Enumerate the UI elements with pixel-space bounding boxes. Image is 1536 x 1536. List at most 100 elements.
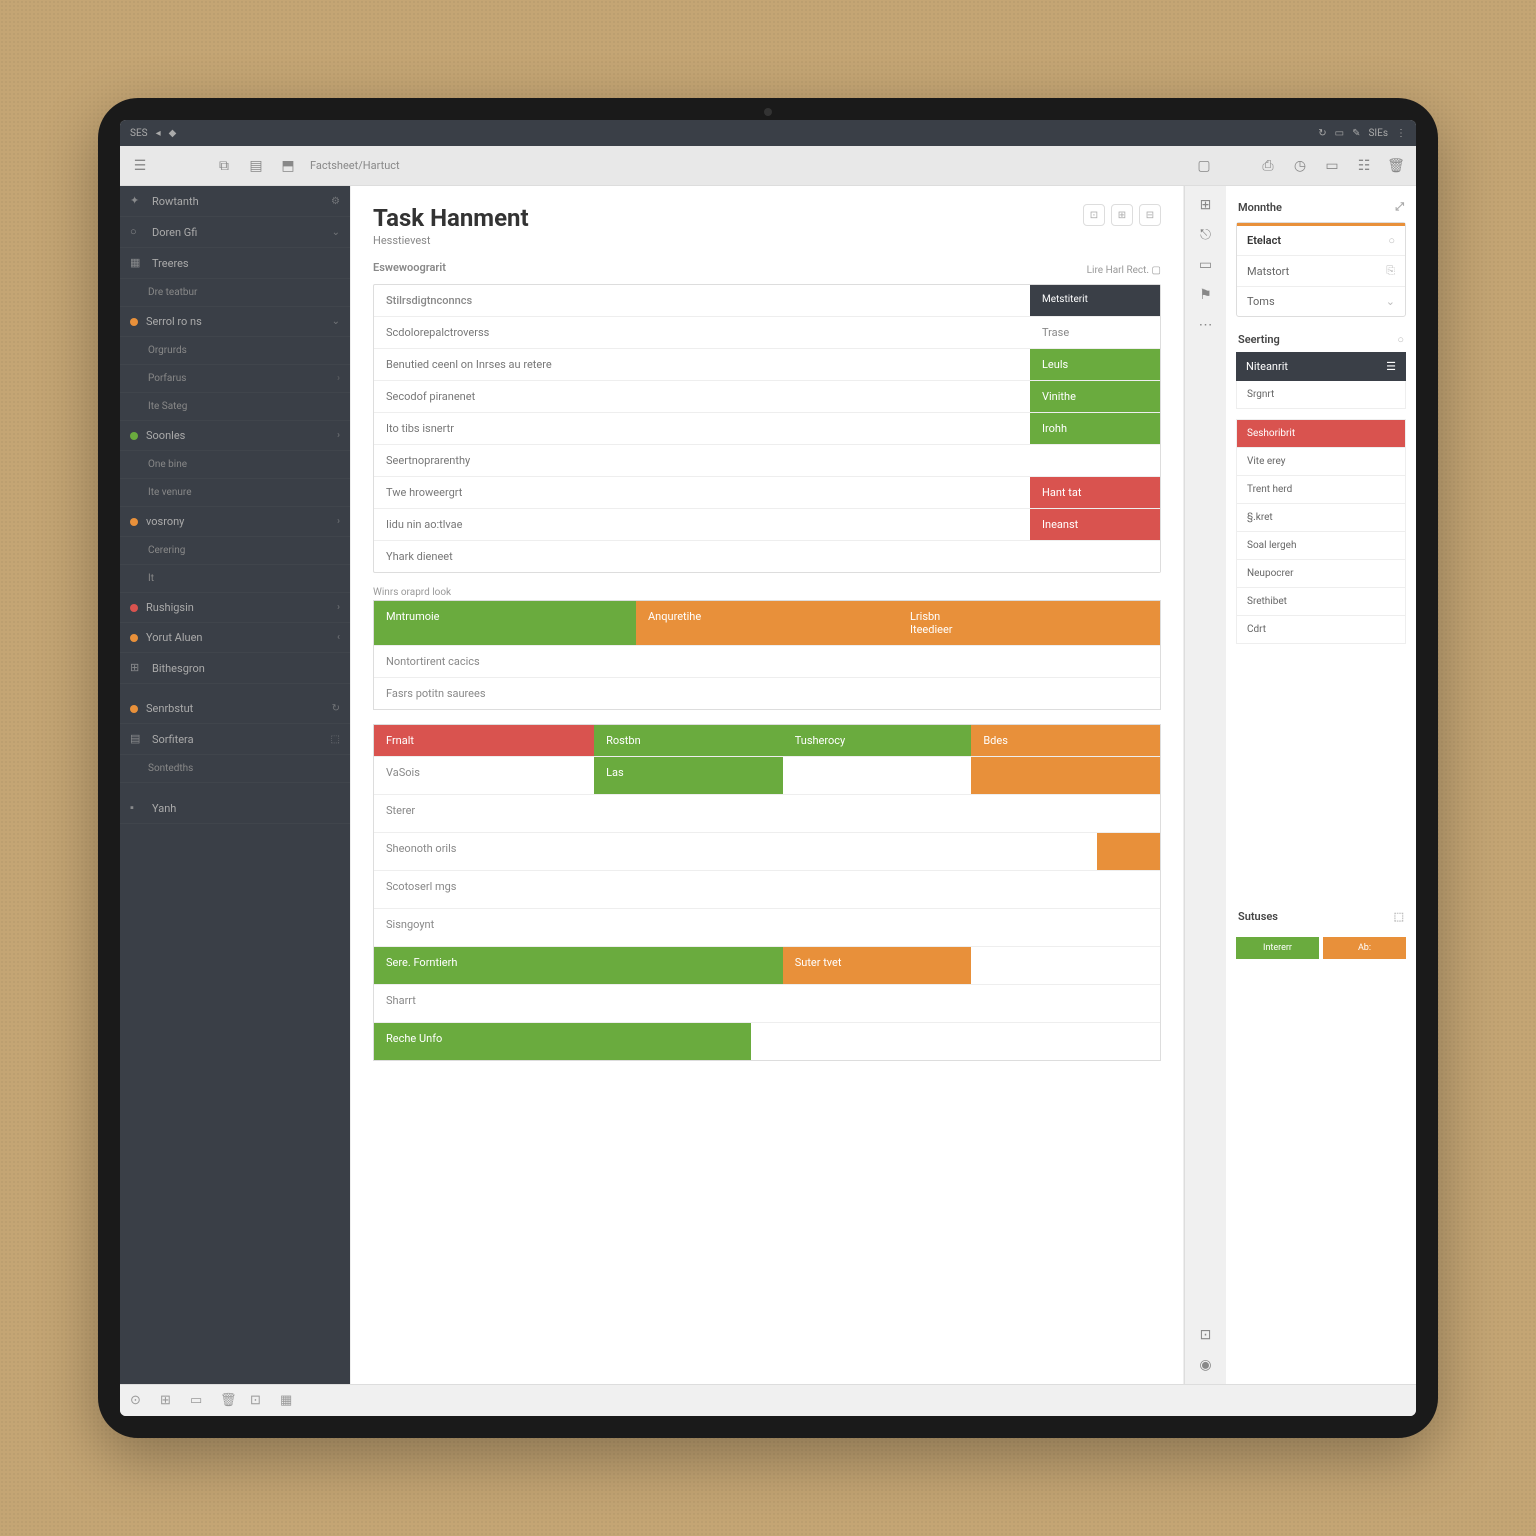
sidebar-item-22[interactable]: ▪Yanh [120,793,350,824]
sidebar-item-18[interactable]: Senrbstut↻ [120,694,350,724]
table-row[interactable]: Fasrs potitn saurees [374,677,1160,709]
cell [783,871,972,908]
copy-icon[interactable]: ⧉ [214,156,234,176]
rp-card-row-1[interactable]: Matstort⎘ [1237,256,1405,287]
sidebar-item-13[interactable]: It [120,565,350,593]
sidebar-item-3[interactable]: Dre teatbur [120,279,350,307]
sidebar-item-2[interactable]: ▦Treeres [120,248,350,279]
bb-headphones-icon[interactable]: ⊙ [130,1393,146,1409]
table-row[interactable]: Scotoserl mgs [374,870,1160,908]
table-row[interactable]: ScdolorepalctroverssTrase [374,317,1160,349]
table-row[interactable]: Sterer [374,794,1160,832]
action-2[interactable]: ⊞ [1111,204,1133,226]
status-left: SES [130,128,148,139]
rail-widget-icon[interactable]: ⊞ [1197,196,1215,214]
cell [594,833,783,870]
meta-icon[interactable]: ▢ [1152,265,1161,276]
rp-expand-icon[interactable]: ⤢ [1395,200,1404,214]
sidebar-label: vosrony [146,515,184,528]
rp-card-row-2[interactable]: Toms⌄ [1237,287,1405,316]
bb-grid-icon[interactable]: ⊞ [160,1393,176,1409]
bb-box-icon[interactable]: ⊡ [250,1393,266,1409]
sidebar-item-16[interactable]: ⊞Bithesgron [120,653,350,684]
rp-dark-row[interactable]: Niteanrit☰ [1236,352,1406,381]
rp-list-row-1[interactable]: Vite erey [1237,448,1405,476]
bb-folder-icon[interactable]: ▭ [190,1393,206,1409]
table-row[interactable]: Sere. ForntierhSuter tvet [374,946,1160,984]
list-icon[interactable]: ☷ [1354,156,1374,176]
action-1[interactable]: ⊡ [1083,204,1105,226]
sidebar-label: Ite Sateg [148,401,187,412]
table-row[interactable]: Secodof piranenetVinithe [374,381,1160,413]
rail-flag-icon[interactable]: ⚑ [1197,286,1215,304]
rp-list-row-2[interactable]: Trent herd [1237,476,1405,504]
menu-icon[interactable]: ☰ [130,156,150,176]
action-3[interactable]: ⊟ [1139,204,1161,226]
rp-list-row-3[interactable]: §.kret [1237,504,1405,532]
rp-plain-row[interactable]: Srgnrt [1236,381,1406,409]
sidebar-item-4[interactable]: Serrol ro ns⌄ [120,307,350,337]
rp-foot-chip[interactable]: Intererr [1236,937,1319,959]
edit-icon[interactable]: ✎ [1352,128,1360,139]
table-row[interactable]: Benutied ceenl on Inrses au retereLeuls [374,349,1160,381]
table-row[interactable]: Sharrt [374,984,1160,1022]
table-row[interactable]: VaSoisLas [374,756,1160,794]
sidebar-item-14[interactable]: Rushigsin› [120,593,350,623]
sidebar-item-15[interactable]: Yorut Aluen‹ [120,623,350,653]
table-row[interactable]: Sisngoynt [374,908,1160,946]
sidebar-item-7[interactable]: Ite Sateg [120,393,350,421]
archive-icon[interactable]: ▭ [1322,156,1342,176]
sidebar-item-10[interactable]: Ite venure [120,479,350,507]
rail-more-icon[interactable]: ⋯ [1197,316,1215,334]
sidebar-item-12[interactable]: Cerering [120,537,350,565]
sidebar-item-11[interactable]: vosrony› [120,507,350,537]
back-icon[interactable]: ◂ [156,128,161,139]
table-row[interactable]: Twe hroweergrtHant tat [374,477,1160,509]
save-icon[interactable]: ⎙ [1258,156,1278,176]
clock-icon[interactable]: ◷ [1290,156,1310,176]
table-row[interactable]: Nontortirent cacics [374,645,1160,677]
table-row[interactable]: Ito tibs isnertrIrohh [374,413,1160,445]
rp-card-row-0[interactable]: Etelact○ [1237,223,1405,256]
sidebar-item-9[interactable]: One bine [120,451,350,479]
table-row[interactable]: Iidu nin ao:tlvaeIneanst [374,509,1160,541]
layers-icon[interactable]: ▤ [246,156,266,176]
rp-foot-chip[interactable]: Ab: [1323,937,1406,959]
table-row[interactable]: Seertnoprarenthy [374,445,1160,477]
rp-foot-icon[interactable]: ⬚ [1394,910,1404,923]
rp-list-row-0[interactable]: Seshoribrit [1237,420,1405,448]
sidebar-item-19[interactable]: ▤Sorfitera⬚ [120,724,350,755]
note-icon[interactable]: ▢ [1194,156,1214,176]
more-icon[interactable]: ⋮ [1396,128,1406,139]
table-row[interactable]: Yhark dieneet [374,541,1160,572]
cell: Nontortirent cacics [374,646,636,677]
sidebar-item-5[interactable]: Orgrurds [120,337,350,365]
sidebar-item-6[interactable]: Porfarus› [120,365,350,393]
rp-radio-icon[interactable]: ○ [1397,333,1404,346]
tag-icon[interactable]: ⬒ [278,156,298,176]
status-cell [1030,445,1160,476]
rp-list-row-7[interactable]: Cdrt [1237,616,1405,643]
rail-link-icon[interactable]: ⎋ [1197,226,1215,244]
rp-list-row-6[interactable]: Srethibet [1237,588,1405,616]
trash-icon[interactable]: 🗑 [1386,156,1406,176]
sync-icon[interactable]: ↻ [1318,128,1326,139]
cell [940,1023,1129,1060]
rp-list-row-4[interactable]: Soal lergeh [1237,532,1405,560]
sidebar-item-8[interactable]: Soonles› [120,421,350,451]
sidebar-item-20[interactable]: Sontedths [120,755,350,783]
bb-cal-icon[interactable]: ▦ [280,1393,296,1409]
sidebar-item-1[interactable]: ○Doren Gfi⌄ [120,217,350,248]
table-row[interactable]: Reche Unfo [374,1022,1160,1060]
rail-help-icon[interactable]: ◉ [1197,1356,1215,1374]
table-row[interactable]: Sheonoth orils [374,832,1160,870]
status-dot [130,518,138,526]
bb-trash-icon[interactable]: 🗑 [220,1393,236,1409]
sidebar-item-0[interactable]: ✦Rowtanth⚙ [120,186,350,217]
rp-list-row-5[interactable]: Neupocrer [1237,560,1405,588]
toolbar: ☰ ⧉ ▤ ⬒ Factsheet/Hartuct ▢ ⎙ ◷ ▭ ☷ 🗑 [120,146,1416,186]
rail-settings-icon[interactable]: ⊡ [1197,1326,1215,1344]
rp-menu-icon[interactable]: ☰ [1386,360,1396,373]
sidebar-label: Dre teatbur [148,287,197,298]
rail-doc-icon[interactable]: ▭ [1197,256,1215,274]
